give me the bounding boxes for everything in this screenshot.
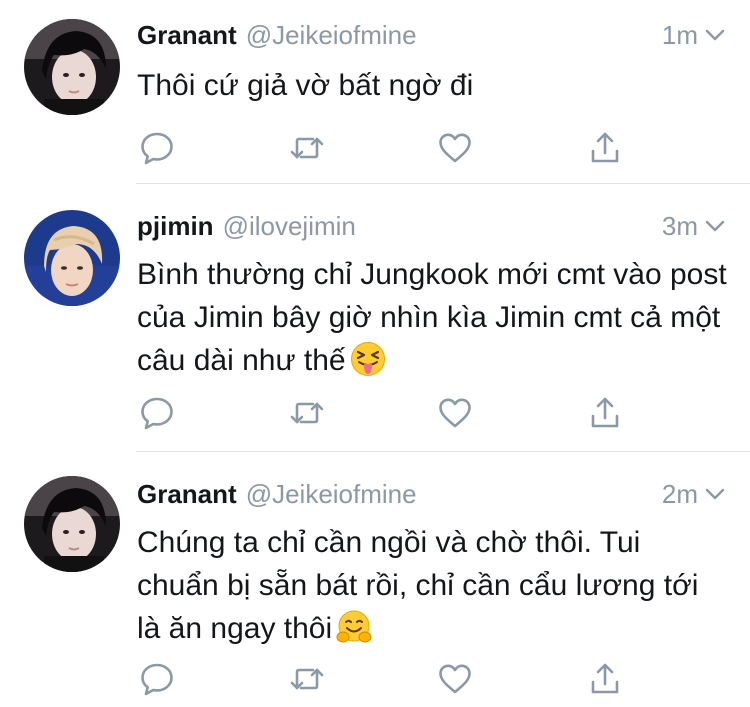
like-button[interactable] xyxy=(435,393,475,433)
heart-icon xyxy=(439,133,471,163)
squinting-tongue-emoji xyxy=(350,341,386,377)
retweet-button[interactable] xyxy=(287,393,327,433)
retweet-button[interactable] xyxy=(287,128,327,168)
share-button[interactable] xyxy=(585,659,625,699)
tweet[interactable]: Granant @Jeikeiofmine 2m Chúng ta chỉ cầ… xyxy=(0,453,750,707)
reply-button[interactable] xyxy=(137,659,177,699)
tweet-divider xyxy=(136,451,750,452)
tweet-actions xyxy=(137,659,637,699)
tweet-text-content: Chúng ta chỉ cần ngồi và chờ thôi. Tui c… xyxy=(137,526,699,645)
tweet-text: Thôi cứ giả vờ bất ngờ đi xyxy=(137,64,728,107)
username-handle[interactable]: @ilovejimin xyxy=(223,211,356,242)
tweet-text-content: Bình thường chỉ Jungkook mới cmt vào pos… xyxy=(137,258,727,377)
reply-button[interactable] xyxy=(137,128,177,168)
display-name[interactable]: Granant xyxy=(137,479,237,510)
chevron-down-icon[interactable] xyxy=(704,215,726,237)
retweet-button[interactable] xyxy=(287,659,327,699)
chevron-down-icon[interactable] xyxy=(704,483,726,505)
tweet-text: Bình thường chỉ Jungkook mới cmt vào pos… xyxy=(137,253,728,382)
avatar[interactable] xyxy=(24,210,120,306)
avatar[interactable] xyxy=(24,476,120,572)
like-button[interactable] xyxy=(435,128,475,168)
display-name[interactable]: Granant xyxy=(137,20,237,51)
tweet-actions xyxy=(137,128,637,168)
tweet-actions xyxy=(137,393,637,433)
tweet-divider xyxy=(136,183,750,184)
timestamp[interactable]: 3m xyxy=(662,211,698,242)
tweet[interactable]: Granant @Jeikeiofmine 1m Thôi cứ giả vờ … xyxy=(0,0,750,184)
share-button[interactable] xyxy=(585,128,625,168)
username-handle[interactable]: @Jeikeiofmine xyxy=(246,20,417,51)
reply-icon xyxy=(141,663,173,696)
reply-button[interactable] xyxy=(137,393,177,433)
timestamp[interactable]: 2m xyxy=(662,479,698,510)
share-button[interactable] xyxy=(585,393,625,433)
heart-icon xyxy=(439,664,471,694)
tweet-text: Chúng ta chỉ cần ngồi và chờ thôi. Tui c… xyxy=(137,521,728,650)
retweet-icon xyxy=(290,137,324,159)
tweet-text-content: Thôi cứ giả vờ bất ngờ đi xyxy=(137,69,474,102)
retweet-icon xyxy=(290,668,324,690)
like-button[interactable] xyxy=(435,659,475,699)
share-icon xyxy=(591,663,619,694)
username-handle[interactable]: @Jeikeiofmine xyxy=(246,479,417,510)
reply-icon xyxy=(141,132,173,165)
avatar[interactable] xyxy=(24,19,120,115)
retweet-icon xyxy=(290,402,324,424)
display-name[interactable]: pjimin xyxy=(137,211,214,242)
tweet[interactable]: pjimin @ilovejimin 3m Bình thường chỉ Ju… xyxy=(0,185,750,452)
reply-icon xyxy=(141,397,173,430)
share-icon xyxy=(591,132,619,163)
hugging-face-emoji xyxy=(336,609,372,645)
share-icon xyxy=(591,397,619,428)
chevron-down-icon[interactable] xyxy=(704,24,726,46)
heart-icon xyxy=(439,398,471,428)
timestamp[interactable]: 1m xyxy=(662,20,698,51)
